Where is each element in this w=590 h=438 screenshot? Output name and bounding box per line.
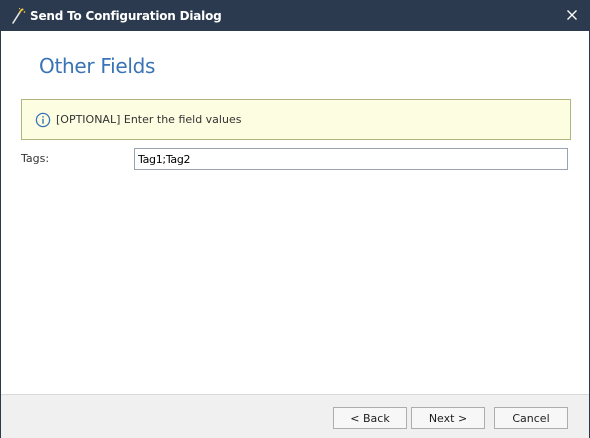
dialog-window: Send To Configuration Dialog Other Field… <box>0 0 590 438</box>
close-icon <box>567 9 577 23</box>
page-title: Other Fields <box>39 54 156 78</box>
cancel-button[interactable]: Cancel <box>494 407 568 429</box>
tags-label: Tags: <box>21 152 50 165</box>
next-button[interactable]: Next > <box>411 407 485 429</box>
title-bar[interactable]: Send To Configuration Dialog <box>1 1 589 31</box>
wand-icon <box>9 7 27 25</box>
info-icon <box>35 112 51 128</box>
back-button[interactable]: < Back <box>333 407 407 429</box>
info-banner: [OPTIONAL] Enter the field values <box>21 99 571 140</box>
info-text: [OPTIONAL] Enter the field values <box>56 113 242 126</box>
close-button[interactable] <box>555 1 589 31</box>
window-title: Send To Configuration Dialog <box>30 9 222 23</box>
footer-bar: < Back Next > Cancel <box>1 394 589 438</box>
tags-input[interactable] <box>134 148 568 170</box>
